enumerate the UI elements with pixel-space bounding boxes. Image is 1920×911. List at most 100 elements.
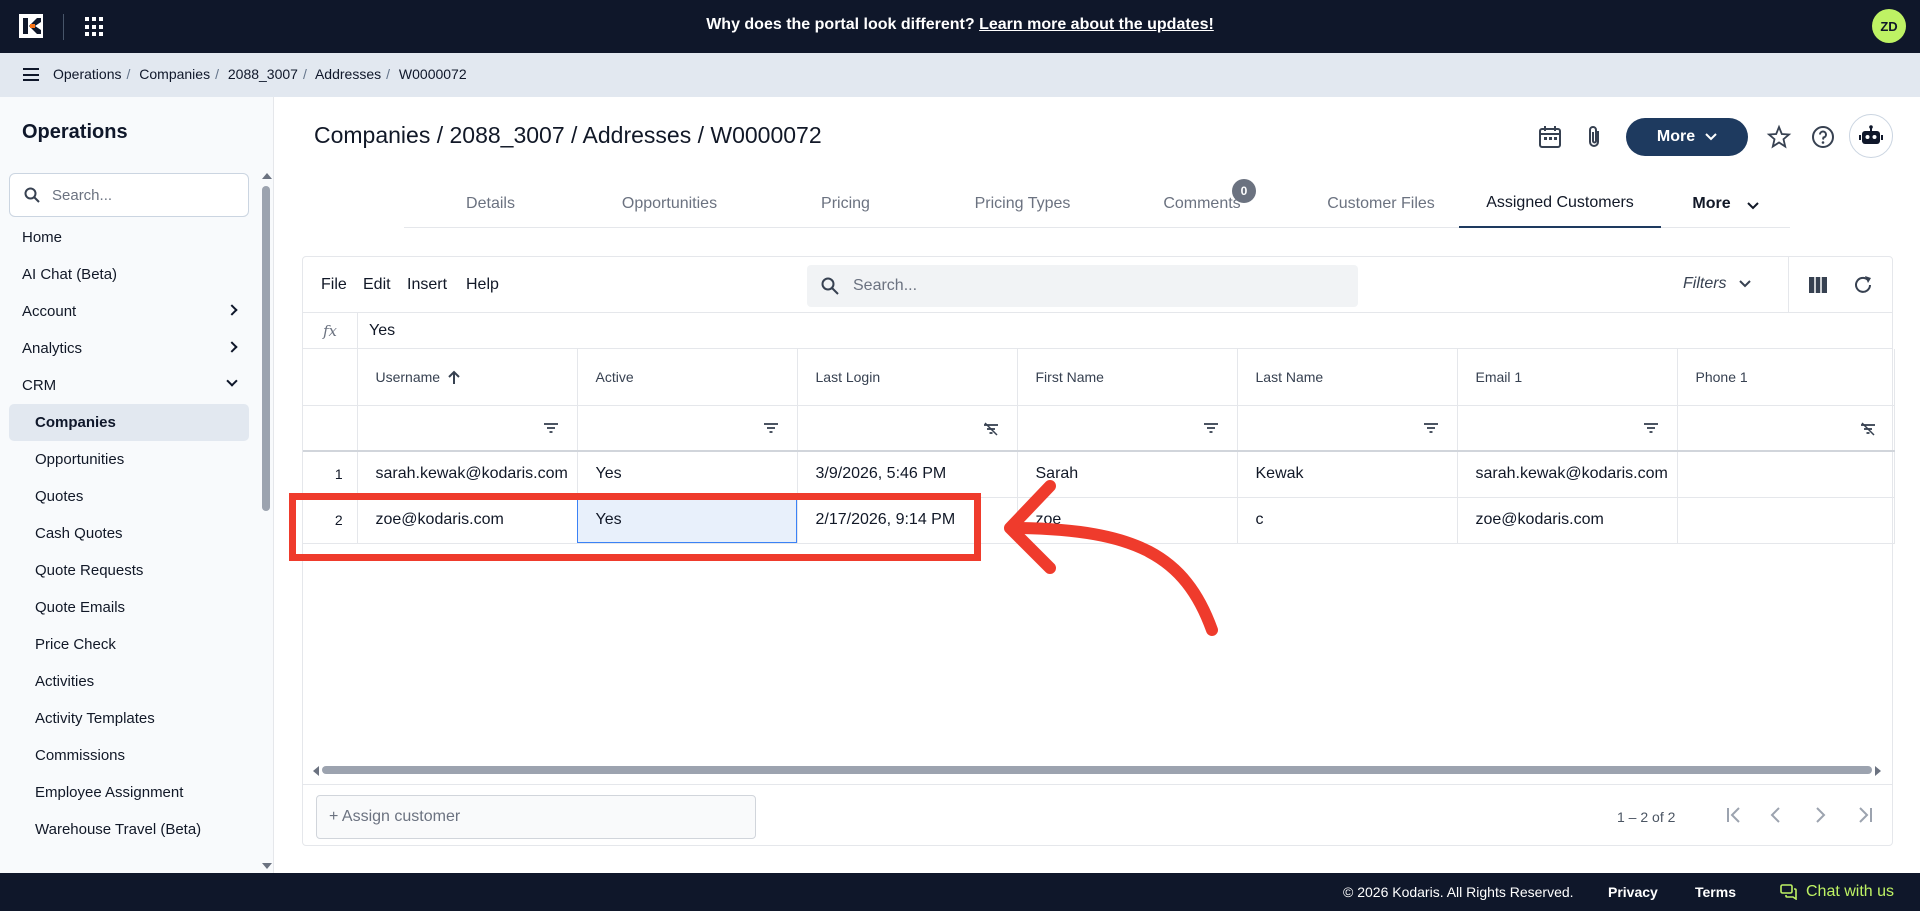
last-page-icon[interactable] [1855,806,1875,824]
column-header-last-name[interactable]: Last Name [1237,349,1458,406]
breadcrumb-item[interactable]: Operations [53,66,121,82]
scroll-right-icon[interactable] [1875,766,1881,776]
cell-last-name[interactable]: c [1237,497,1458,544]
filters-dropdown[interactable]: Filters [1683,275,1751,293]
first-page-icon[interactable] [1725,806,1745,824]
assign-customer-input[interactable]: + Assign customer [316,795,756,839]
cell-last-login[interactable]: 3/9/2026, 5:46 PM [797,451,1018,498]
scroll-left-icon[interactable] [313,766,319,776]
sidebar-item-opportunities[interactable]: Opportunities [0,441,258,478]
filter-cell[interactable] [1017,405,1238,452]
sidebar-item-ai-chat[interactable]: AI Chat (Beta) [0,256,258,293]
filter-cell[interactable] [1237,405,1458,452]
sort-ascending-icon[interactable] [448,370,460,384]
grid-search-input[interactable]: Search... [807,265,1358,307]
banner-link[interactable]: Learn more about the updates! [979,16,1214,33]
filter-icon[interactable] [543,422,559,434]
column-header-email[interactable]: Email 1 [1457,349,1678,406]
sidebar-item-employee-assignment[interactable]: Employee Assignment [0,774,258,811]
tab-opportunities[interactable]: Opportunities [577,180,762,228]
tab-customer-files[interactable]: Customer Files [1288,180,1474,228]
column-header-first-name[interactable]: First Name [1017,349,1238,406]
sidebar-item-warehouse-travel[interactable]: Warehouse Travel (Beta) [0,811,258,848]
horizontal-scrollbar[interactable] [313,765,1881,776]
help-icon[interactable] [1810,124,1836,150]
hamburger-menu-icon[interactable] [23,68,39,81]
breadcrumb-item[interactable]: W0000072 [399,66,467,82]
filter-off-icon[interactable] [1860,421,1876,436]
tab-details[interactable]: Details [404,180,577,228]
ai-assistant-button[interactable] [1849,114,1893,158]
cell-email[interactable]: zoe@kodaris.com [1457,497,1678,544]
filter-icon[interactable] [763,422,779,434]
filter-cell[interactable] [1677,405,1895,452]
filter-cell[interactable] [357,405,578,452]
filter-cell[interactable] [577,405,798,452]
breadcrumb-item[interactable]: Companies [139,66,210,82]
refresh-icon[interactable] [1852,274,1874,296]
filter-cell[interactable] [797,405,1018,452]
sidebar-item-activity-templates[interactable]: Activity Templates [0,700,258,737]
cell-last-name[interactable]: Kewak [1237,451,1458,498]
sidebar-item-companies[interactable]: Companies [9,404,249,441]
menu-file[interactable]: File [321,276,347,294]
terms-link[interactable]: Terms [1695,884,1736,900]
cell-phone[interactable] [1677,497,1895,544]
sidebar-item-activities[interactable]: Activities [0,663,258,700]
sidebar-item-cash-quotes[interactable]: Cash Quotes [0,515,258,552]
sidebar-item-account[interactable]: Account [0,293,258,330]
menu-help[interactable]: Help [466,276,499,294]
scroll-up-icon[interactable] [262,173,272,179]
sidebar-scrollbar[interactable] [262,186,270,511]
privacy-link[interactable]: Privacy [1608,884,1658,900]
sidebar-item-crm[interactable]: CRM [0,367,258,404]
cell-active[interactable]: Yes [577,451,798,498]
column-header-active[interactable]: Active [577,349,798,406]
more-button[interactable]: More [1626,118,1748,156]
menu-insert[interactable]: Insert [407,276,447,294]
tab-pricing[interactable]: Pricing [762,180,929,228]
sidebar-item-quote-emails[interactable]: Quote Emails [0,589,258,626]
sidebar-item-analytics[interactable]: Analytics [0,330,258,367]
sidebar-item-commissions[interactable]: Commissions [0,737,258,774]
scrollbar-thumb[interactable] [322,766,1872,774]
sidebar-item-home[interactable]: Home [0,219,258,256]
column-header-phone[interactable]: Phone 1 [1677,349,1895,406]
column-header-last-login[interactable]: Last Login [797,349,1018,406]
calendar-icon[interactable] [1537,124,1563,150]
column-header-username[interactable]: Username [357,349,578,406]
avatar[interactable]: ZD [1872,9,1906,43]
sidebar-item-quote-requests[interactable]: Quote Requests [0,552,258,589]
top-bar: Why does the portal look different? Lear… [0,0,1920,53]
sidebar-item-price-check[interactable]: Price Check [0,626,258,663]
filter-off-icon[interactable] [983,421,999,436]
cell-phone[interactable] [1677,451,1895,498]
columns-icon[interactable] [1808,276,1828,294]
cell-username[interactable]: sarah.kewak@kodaris.com [357,451,578,498]
table-row[interactable]: 1 sarah.kewak@kodaris.com Yes 3/9/2026, … [303,451,1895,498]
previous-page-icon[interactable] [1769,806,1783,824]
tab-pricing-types[interactable]: Pricing Types [929,180,1116,228]
breadcrumb-item[interactable]: Addresses [315,66,381,82]
filter-icon[interactable] [1203,422,1219,434]
row-number[interactable]: 1 [303,451,358,498]
tab-more[interactable]: More [1661,180,1790,228]
cell-first-name[interactable]: Sarah [1017,451,1238,498]
tab-assigned-customers[interactable]: Assigned Customers [1459,180,1661,228]
next-page-icon[interactable] [1813,806,1827,824]
filter-icon[interactable] [1643,422,1659,434]
filter-icon[interactable] [1423,422,1439,434]
cell-email[interactable]: sarah.kewak@kodaris.com [1457,451,1678,498]
cell-first-name[interactable]: zoe [1017,497,1238,544]
filter-cell[interactable] [1457,405,1678,452]
formula-value[interactable]: Yes [369,322,395,340]
sidebar-search-input[interactable]: Search... [9,173,249,217]
paperclip-icon[interactable] [1582,124,1608,150]
scroll-down-icon[interactable] [262,863,272,869]
chat-with-us-button[interactable]: Chat with us [1780,883,1894,901]
breadcrumb-item[interactable]: 2088_3007 [228,66,298,82]
menu-edit[interactable]: Edit [363,276,391,294]
sidebar-item-quotes[interactable]: Quotes [0,478,258,515]
tab-comments[interactable]: Comments [1116,180,1288,228]
star-icon[interactable] [1766,124,1792,150]
